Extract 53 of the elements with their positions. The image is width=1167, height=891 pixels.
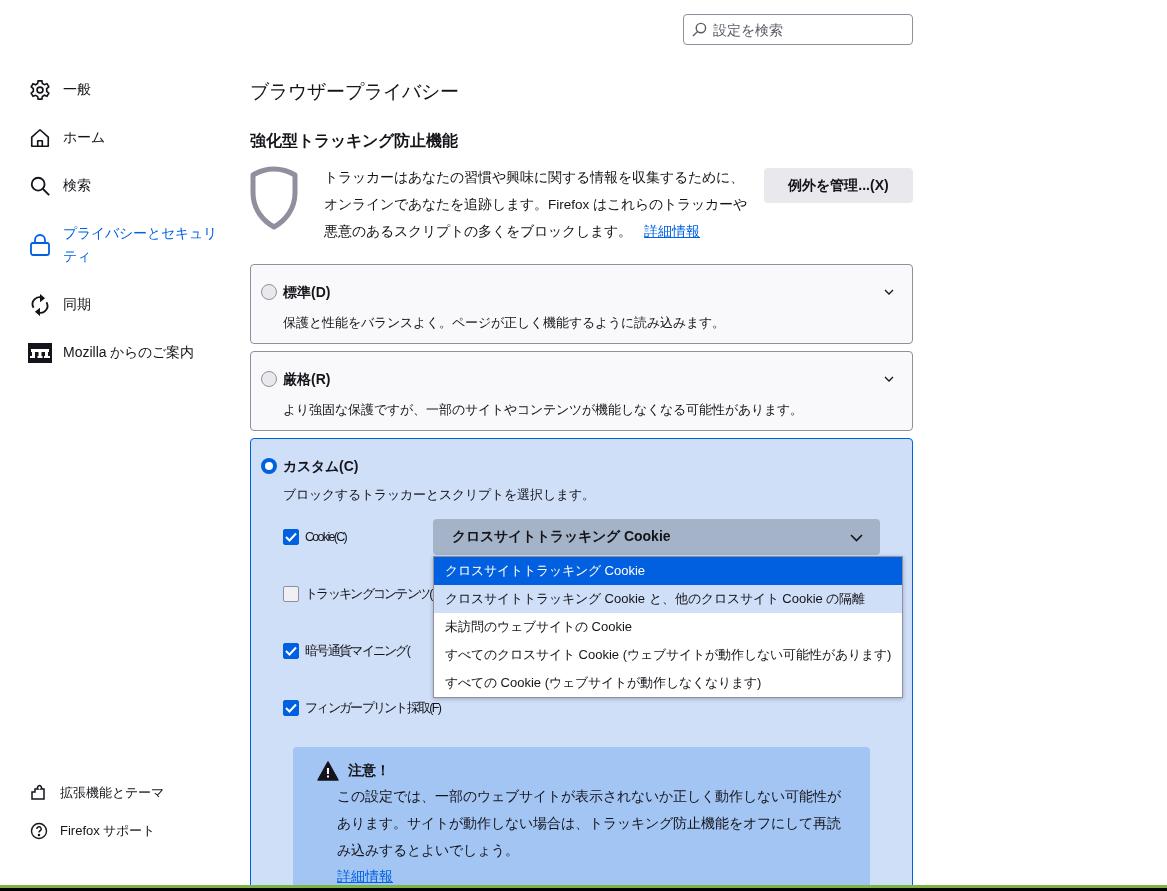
dropdown-option[interactable]: クロスサイトトラッキング Cookie と、他のクロスサイト Cookie の隔離 xyxy=(434,585,903,613)
option-label: 厳格(R) xyxy=(283,370,331,389)
checkbox[interactable] xyxy=(283,643,299,659)
search-icon xyxy=(692,22,707,37)
checkbox[interactable] xyxy=(283,586,299,602)
option-description: ブロックするトラッカーとスクリプトを選択します。 xyxy=(283,486,596,504)
page-title: ブラウザープライバシー xyxy=(250,80,460,104)
search-icon xyxy=(29,174,51,197)
checkbox-label: Cookie(C) xyxy=(305,530,346,544)
option-label: カスタム(C) xyxy=(283,457,359,476)
home-icon xyxy=(29,126,51,149)
learn-more-link[interactable]: 詳細情報 xyxy=(644,224,700,239)
chevron-icon[interactable] xyxy=(884,376,894,382)
option-label: 標準(D) xyxy=(283,283,331,302)
dropdown-option[interactable]: 未訪問のウェブサイトの Cookie xyxy=(434,613,903,641)
settings-icon xyxy=(29,78,51,101)
manage-exceptions-button[interactable]: 例外を管理...(X) xyxy=(764,168,913,203)
radio-button[interactable] xyxy=(261,458,277,474)
dropdown-option[interactable]: すべての Cookie (ウェブサイトが動作しなくなります) xyxy=(434,669,903,697)
chevron-icon[interactable] xyxy=(884,289,894,295)
sidebar-link[interactable]: Firefox サポート xyxy=(28,820,156,842)
sync-icon xyxy=(29,293,51,316)
chevron-icon xyxy=(850,534,863,542)
checkbox-label: フィンガープリント採取(F) xyxy=(305,699,441,717)
puzzle-icon xyxy=(30,784,48,802)
checkbox-label: トラッキングコンテンツ( xyxy=(305,585,432,603)
sidebar-item[interactable]: 検索 xyxy=(28,174,91,197)
radio-button[interactable] xyxy=(261,284,277,300)
warning-text: この設定では、一部のウェブサイトが表示されないか正しく動作しない可能性があります。サイトが動作しない場合は、トラッキング防止機能をオフにして再読み込みするとよいでしょう。 xyxy=(337,788,842,860)
warning-icon xyxy=(317,761,339,781)
search-field[interactable]: 設定を検索 xyxy=(683,14,913,45)
checkbox[interactable] xyxy=(283,700,299,716)
option-description: 保護と性能をバランスよく。ページが正しく機能するように読み込みます。 xyxy=(283,314,726,332)
help-icon xyxy=(30,822,48,840)
dropdown-option[interactable]: クロスサイトトラッキング Cookie xyxy=(434,557,903,585)
option-description: より強固な保護ですが、一部のサイトやコンテンツが機能しなくなる可能性があります。 xyxy=(283,401,804,419)
cookie-dropdown[interactable]: クロスサイトトラッキング Cookie xyxy=(433,519,880,555)
logo-icon xyxy=(28,342,52,363)
section-title: 強化型トラッキング防止機能 xyxy=(250,131,459,151)
sidebar-link[interactable]: 拡張機能とテーマ xyxy=(28,782,164,804)
shield-icon xyxy=(250,166,298,230)
sidebar-item[interactable]: ホーム xyxy=(28,126,105,149)
sidebar-item[interactable]: 同期 xyxy=(28,293,91,316)
sidebar-item[interactable]: 一般 xyxy=(28,78,91,101)
sidebar-item[interactable]: プライバシーとセキュリティ xyxy=(28,222,229,268)
radio-button[interactable] xyxy=(261,371,277,387)
lock-icon xyxy=(29,233,51,257)
checkbox[interactable] xyxy=(283,529,299,545)
warning-title: 注意！ xyxy=(348,762,390,780)
description-text: トラッカーはあなたの習慣や興味に関する情報を収集するために、オンラインであなたを追跡します。Firefox はこれらのトラッカーや悪意のあるスクリプトの多くをブロックします。 詳細情報 xyxy=(324,169,748,241)
sidebar-item[interactable]: Mozilla からのご案内 xyxy=(28,341,195,364)
dropdown-option[interactable]: すべてのクロスサイト Cookie (ウェブサイトが動作しない可能性があります) xyxy=(434,641,903,669)
checkbox-label: 暗号通貨マイニング( xyxy=(305,642,410,660)
